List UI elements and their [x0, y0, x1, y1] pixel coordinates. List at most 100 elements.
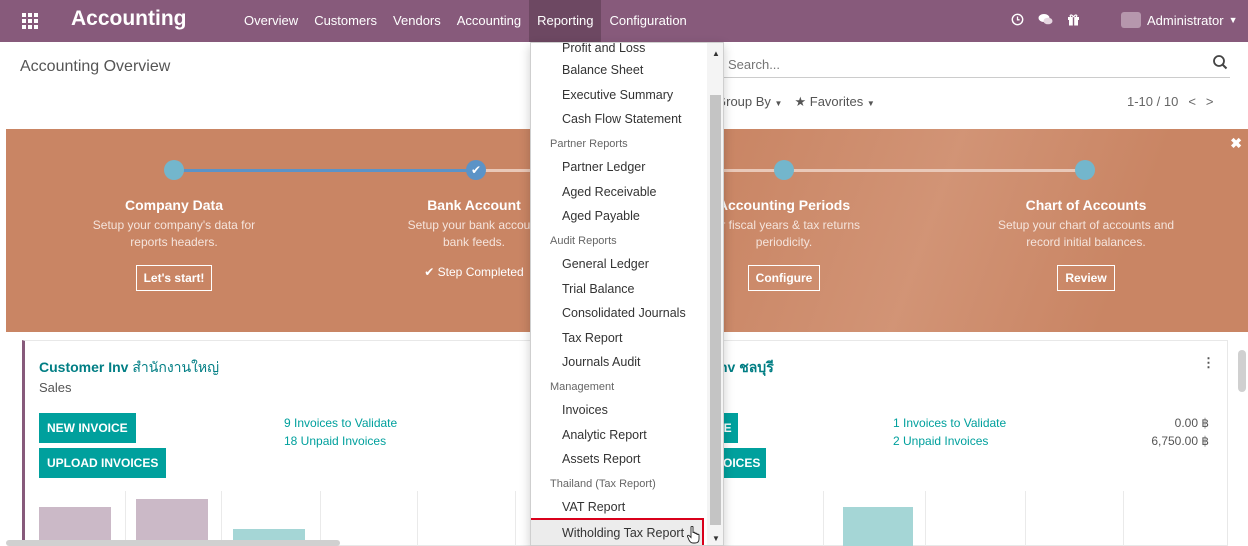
chat-icon[interactable]	[1032, 13, 1058, 29]
upload-invoices-button[interactable]: UPLOAD INVOICES	[39, 448, 167, 478]
menu-item-partner-ledger[interactable]: Partner Ledger	[562, 160, 645, 174]
menu-item-profit-and-loss[interactable]: Profit and Loss	[562, 43, 645, 55]
step-desc-line2: reports headers.	[130, 235, 218, 249]
step-done-check-icon: ✔	[466, 160, 486, 180]
menu-item-vat-report[interactable]: VAT Report	[562, 500, 625, 514]
favorites-dropdown[interactable]: ★ Favorites ▼	[794, 94, 874, 110]
menu-item-cash-flow-statement[interactable]: Cash Flow Statement	[562, 112, 682, 126]
group-by-label: Group By	[716, 94, 771, 109]
apps-menu-icon[interactable]	[22, 13, 38, 29]
menu-item-general-ledger[interactable]: General Ledger	[562, 257, 649, 271]
menu-item-trial-balance[interactable]: Trial Balance	[562, 282, 635, 296]
unpaid-invoices-link[interactable]: 2 Unpaid Invoices	[893, 432, 988, 450]
validate-amount: 0.00 ฿	[1174, 416, 1209, 430]
caret-down-icon: ▼	[866, 99, 875, 108]
menu-item-balance-sheet[interactable]: Balance Sheet	[562, 63, 643, 77]
main-menu: Overview Customers Vendors Accounting Re…	[236, 0, 695, 42]
review-button[interactable]: Review	[1057, 265, 1115, 291]
step-desc-line2: record initial balances.	[1026, 235, 1146, 249]
app-brand[interactable]: Accounting	[71, 7, 187, 31]
check-icon: ✔	[424, 265, 435, 279]
menu-item-witholding-tax-report[interactable]: Witholding Tax Report	[562, 526, 684, 540]
journal-title-en: Customer Inv	[39, 359, 129, 375]
step-dot-periods	[774, 160, 794, 180]
top-navbar: Accounting Overview Customers Vendors Ac…	[0, 0, 1248, 42]
pager-previous-icon[interactable]: <	[1188, 94, 1196, 109]
menu-section-audit-reports: Audit Reports	[550, 234, 617, 247]
avatar	[1121, 12, 1141, 28]
chart-bar	[843, 507, 913, 546]
step-title: Chart of Accounts	[1025, 197, 1147, 213]
configure-button[interactable]: Configure	[747, 265, 821, 291]
step-title: Company Data	[124, 197, 224, 213]
menu-item-aged-receivable[interactable]: Aged Receivable	[562, 185, 657, 199]
journal-title-th: สำนักงานใหญ่	[132, 359, 220, 375]
caret-down-icon: ▼	[1228, 15, 1238, 25]
menu-item-analytic-report[interactable]: Analytic Report	[562, 428, 647, 442]
menu-accounting[interactable]: Accounting	[449, 0, 529, 42]
menu-item-journals-audit[interactable]: Journals Audit	[562, 355, 641, 369]
invoices-to-validate-link[interactable]: 1 Invoices to Validate	[893, 414, 1006, 432]
search-icon[interactable]	[1212, 54, 1228, 72]
reporting-dropdown-menu: Profit and Loss Balance Sheet Executive S…	[530, 42, 724, 546]
step-company-data: Company Data Setup your company's data f…	[54, 197, 294, 291]
step-dot-company	[164, 160, 184, 180]
search-bar	[716, 50, 1230, 78]
horizontal-scrollbar[interactable]	[6, 540, 340, 546]
new-invoice-button[interactable]: NEW INVOICE	[39, 413, 136, 443]
menu-configuration[interactable]: Configuration	[601, 0, 694, 42]
accounting-app: Accounting Overview Customers Vendors Ac…	[0, 0, 1248, 546]
dropdown-scrollbar[interactable]: ▲ ▼	[707, 43, 723, 545]
menu-customers[interactable]: Customers	[306, 0, 385, 42]
page-title: Accounting Overview	[20, 58, 171, 75]
chart-bar	[136, 499, 208, 546]
scroll-up-icon[interactable]: ▲	[712, 49, 720, 58]
pager-next-icon[interactable]: >	[1206, 94, 1214, 109]
menu-section-management: Management	[550, 380, 615, 393]
unpaid-invoices-link[interactable]: 18 Unpaid Invoices	[284, 432, 386, 450]
scrollbar-thumb[interactable]	[710, 95, 721, 525]
search-input[interactable]	[728, 54, 1168, 74]
pager: 1-10 / 10 < >	[1127, 94, 1214, 109]
menu-reporting[interactable]: Reporting	[529, 0, 602, 42]
menu-item-assets-report[interactable]: Assets Report	[562, 452, 641, 466]
menu-item-consolidated-journals[interactable]: Consolidated Journals	[562, 306, 686, 320]
caret-down-icon: ▼	[774, 99, 783, 108]
journal-title[interactable]: Customer Inv สำนักงานใหญ่	[39, 357, 219, 379]
step-dot-chart	[1075, 160, 1095, 180]
journal-type: Sales	[39, 380, 72, 395]
scroll-down-icon[interactable]: ▼	[712, 534, 720, 543]
user-name: Administrator	[1147, 12, 1224, 28]
menu-section-partner-reports: Partner Reports	[550, 137, 628, 150]
menu-item-aged-payable[interactable]: Aged Payable	[562, 209, 640, 223]
pager-value[interactable]: 1-10 / 10	[1127, 94, 1178, 109]
search-options: Group By ▼ ★ Favorites ▼	[716, 94, 875, 110]
journal-card-chonburi: nv ชลบุรี ⋮ CE VOICES 1 Invoices to Vali…	[708, 340, 1228, 546]
user-menu[interactable]: Administrator ▼	[1121, 12, 1238, 28]
step-desc-line1: Setup your chart of accounts and	[997, 218, 1175, 232]
invoices-to-validate-link[interactable]: 9 Invoices to Validate	[284, 414, 397, 432]
favorites-label: Favorites	[809, 94, 864, 109]
hand-cursor-icon	[687, 526, 700, 544]
journal-title[interactable]: nv ชลบุรี	[719, 357, 774, 379]
unpaid-amount: 6,750.00 ฿	[1151, 434, 1209, 448]
group-by-dropdown[interactable]: Group By ▼	[716, 94, 782, 110]
vertical-scrollbar[interactable]	[1238, 350, 1246, 392]
systray	[1004, 0, 1088, 42]
star-icon: ★	[794, 94, 807, 109]
step-desc-line1: Setup your company's data for	[92, 218, 256, 232]
menu-vendors[interactable]: Vendors	[385, 0, 449, 42]
menu-overview[interactable]: Overview	[236, 0, 306, 42]
step-completed-text: Step Completed	[437, 265, 524, 279]
menu-item-tax-report[interactable]: Tax Report	[562, 331, 622, 345]
menu-section-thailand-tax-report: Thailand (Tax Report)	[550, 477, 656, 490]
menu-item-executive-summary[interactable]: Executive Summary	[562, 88, 673, 102]
step-chart-of-accounts: Chart of Accounts Setup your chart of ac…	[966, 197, 1206, 291]
lets-start-button[interactable]: Let's start!	[135, 265, 213, 291]
journal-card-customer-inv: Customer Inv สำนักงานใหญ่ Sales NEW INVO…	[22, 340, 531, 546]
more-options-icon[interactable]: ⋮	[1202, 355, 1215, 371]
gift-icon[interactable]	[1060, 13, 1086, 29]
clock-icon[interactable]	[1004, 13, 1030, 29]
menu-item-invoices[interactable]: Invoices	[562, 403, 608, 417]
close-icon[interactable]: ✖	[1230, 135, 1242, 152]
